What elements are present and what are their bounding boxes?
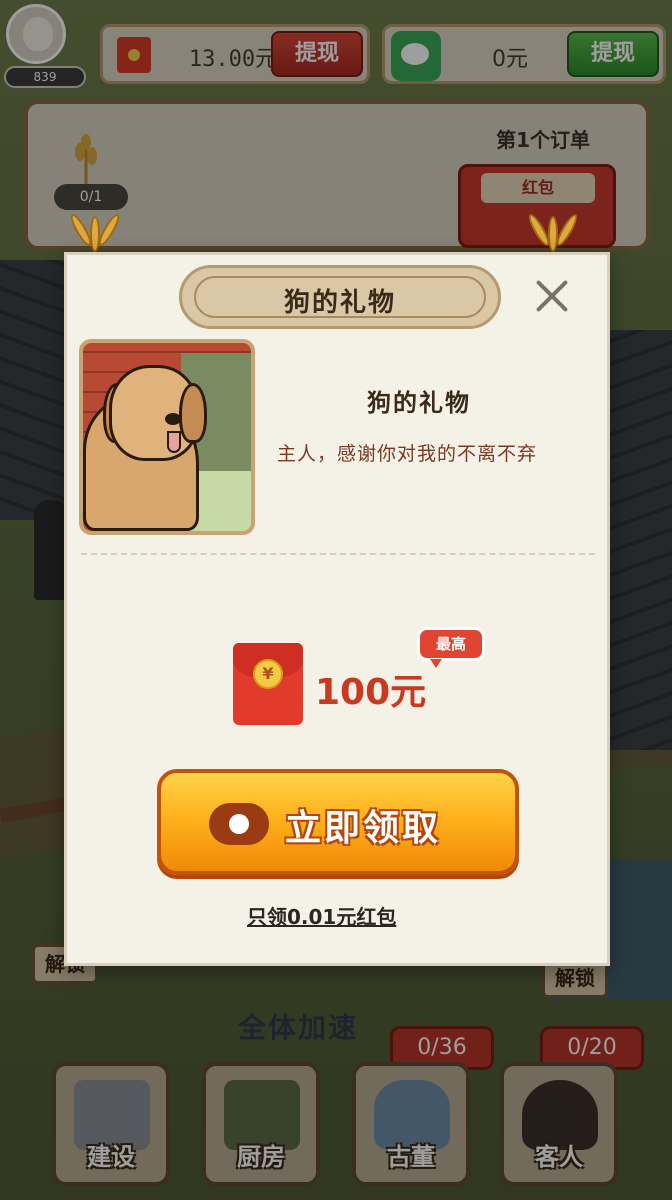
dashed-divider: [81, 553, 595, 555]
left-roof: [0, 260, 70, 520]
wechat-icon: [391, 31, 441, 81]
speed-up-all-label[interactable]: 全体加速: [238, 1006, 358, 1046]
order-title: 第1个订单: [496, 128, 590, 152]
gift-dialog: 狗的礼物 狗的礼物 主人，感谢你对我的不离不弃 ¥ 100元 最高 立即领取 只…: [64, 252, 610, 966]
wechat-balance: 0元 提现: [382, 24, 666, 84]
dialog-title: 狗的礼物: [283, 288, 396, 318]
reward-amount: 100元: [315, 672, 427, 713]
wechat-amount: 0元: [492, 47, 528, 72]
video-play-icon: [209, 803, 269, 845]
wechat-withdraw-button[interactable]: 提现: [567, 31, 659, 77]
wheat-grain: [548, 216, 558, 252]
order-progress: 0/1: [54, 184, 128, 210]
claim-small-link[interactable]: 只领0.01元红包: [247, 901, 396, 930]
level-badge: 839: [4, 66, 86, 88]
dock-kitchen-label: 厨房: [237, 1143, 285, 1171]
dog-tongue: [167, 431, 181, 453]
player-avatar[interactable]: [6, 4, 66, 64]
top-hud: 839 13.00元 提现 0元 提现: [0, 0, 672, 100]
claim-now-button[interactable]: 立即领取: [157, 769, 519, 875]
claim-now-label: 立即领取: [285, 808, 442, 849]
dock-guest-button[interactable]: 客人: [500, 1062, 618, 1186]
dock-antique-button[interactable]: 古董: [352, 1062, 470, 1186]
dog-ear-right: [179, 383, 207, 443]
dock-antique-label: 古董: [387, 1143, 435, 1171]
cash-withdraw-button[interactable]: 提现: [271, 31, 363, 77]
gift-description: 主人，感谢你对我的不离不弃: [277, 443, 538, 465]
red-envelope-icon: ¥: [233, 643, 303, 725]
red-packet-icon: [117, 37, 151, 73]
dock-build-label: 建设: [87, 1143, 135, 1171]
dock-guest-label: 客人: [535, 1143, 583, 1171]
order-reward-label: 红包: [481, 173, 595, 203]
max-badge: 最高: [417, 627, 485, 668]
cash-balance: 13.00元 提现: [100, 24, 370, 84]
avatar-face-icon: [23, 17, 53, 51]
dock-build-button[interactable]: 建设: [52, 1062, 170, 1186]
dog-nose: [165, 413, 181, 425]
dock-kitchen-button[interactable]: 厨房: [202, 1062, 320, 1186]
villager-figure: [34, 500, 68, 600]
close-icon[interactable]: [535, 279, 569, 313]
pet-portrait: [79, 339, 255, 535]
yuan-coin-icon: ¥: [253, 659, 283, 689]
wheat-grain: [90, 216, 100, 252]
gift-name: 狗的礼物: [367, 389, 471, 417]
dialog-title-ribbon: 狗的礼物: [179, 265, 501, 329]
